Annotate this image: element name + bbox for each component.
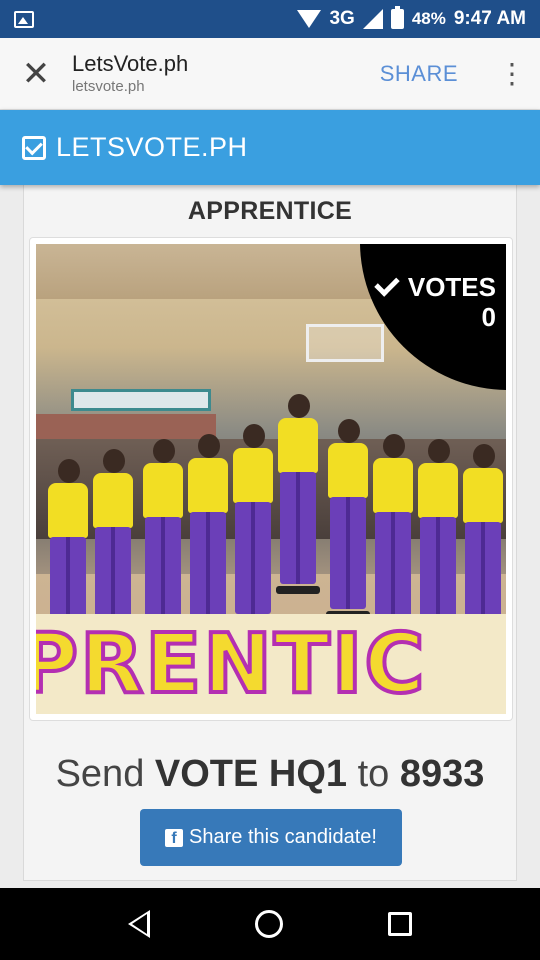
dancer: [141, 439, 185, 639]
network-type: 3G: [329, 8, 355, 29]
dancer: [231, 424, 275, 624]
candidate-name: APPRENTICE: [187, 197, 353, 225]
share-candidate-label: Share this candidate!: [189, 826, 377, 848]
candidate-photo-frame: PRENTIC VOTES 0: [29, 237, 513, 721]
votes-label-row: VOTES: [374, 271, 496, 302]
gym-window: [71, 389, 211, 411]
android-nav-bar: [0, 888, 540, 960]
battery-percent: 48%: [411, 9, 446, 28]
more-options-icon[interactable]: ⋮: [488, 57, 536, 90]
back-icon[interactable]: [127, 910, 150, 938]
image-notification-icon: [14, 10, 34, 28]
basketball-hoop: [306, 324, 384, 362]
page-url: letsvote.ph: [72, 77, 145, 95]
cta-prefix: Send: [55, 753, 155, 795]
close-icon[interactable]: ✕: [0, 38, 72, 110]
share-candidate-button[interactable]: f Share this candidate!: [140, 809, 402, 866]
votes-badge-text: VOTES 0: [374, 271, 496, 332]
vote-instructions: Send VOTE HQ1 to 8933: [24, 753, 516, 796]
dancer: [276, 394, 320, 594]
home-icon[interactable]: [254, 910, 283, 938]
url-block[interactable]: LetsVote.ph letsvote.ph: [72, 51, 380, 97]
page-title: LetsVote.ph: [72, 50, 189, 76]
candidate-photo: PRENTIC VOTES 0: [36, 244, 506, 714]
vote-keyword: VOTE HQ1: [154, 753, 348, 795]
recents-icon[interactable]: [388, 912, 413, 936]
status-bar: 3G 48% 9:47 AM: [0, 0, 540, 38]
dancer: [416, 439, 460, 639]
votes-label: VOTES: [407, 272, 496, 302]
facebook-icon: f: [165, 828, 184, 847]
checkbox-logo-icon: [22, 135, 46, 160]
votes-count: 0: [481, 302, 496, 332]
dancer: [326, 419, 370, 619]
signal-icon: [362, 9, 383, 29]
share-button[interactable]: SHARE: [380, 61, 458, 87]
browser-toolbar: ✕ LetsVote.ph letsvote.ph SHARE ⋮: [0, 38, 540, 110]
candidate-card: APPRENTICE PRENTIC VOTES 0 Send VOTE HQ1…: [23, 185, 517, 881]
vote-number: 8933: [399, 753, 485, 795]
clock: 9:47 AM: [453, 8, 526, 29]
wifi-icon: [297, 10, 322, 28]
battery-icon: [390, 6, 404, 29]
site-title[interactable]: LETSVOTE.PH: [56, 132, 248, 163]
dancer: [371, 434, 415, 634]
dancer: [186, 434, 230, 634]
site-header: LETSVOTE.PH: [0, 110, 540, 185]
cta-mid: to: [347, 753, 400, 795]
banner-text: PRENTIC: [36, 617, 427, 712]
